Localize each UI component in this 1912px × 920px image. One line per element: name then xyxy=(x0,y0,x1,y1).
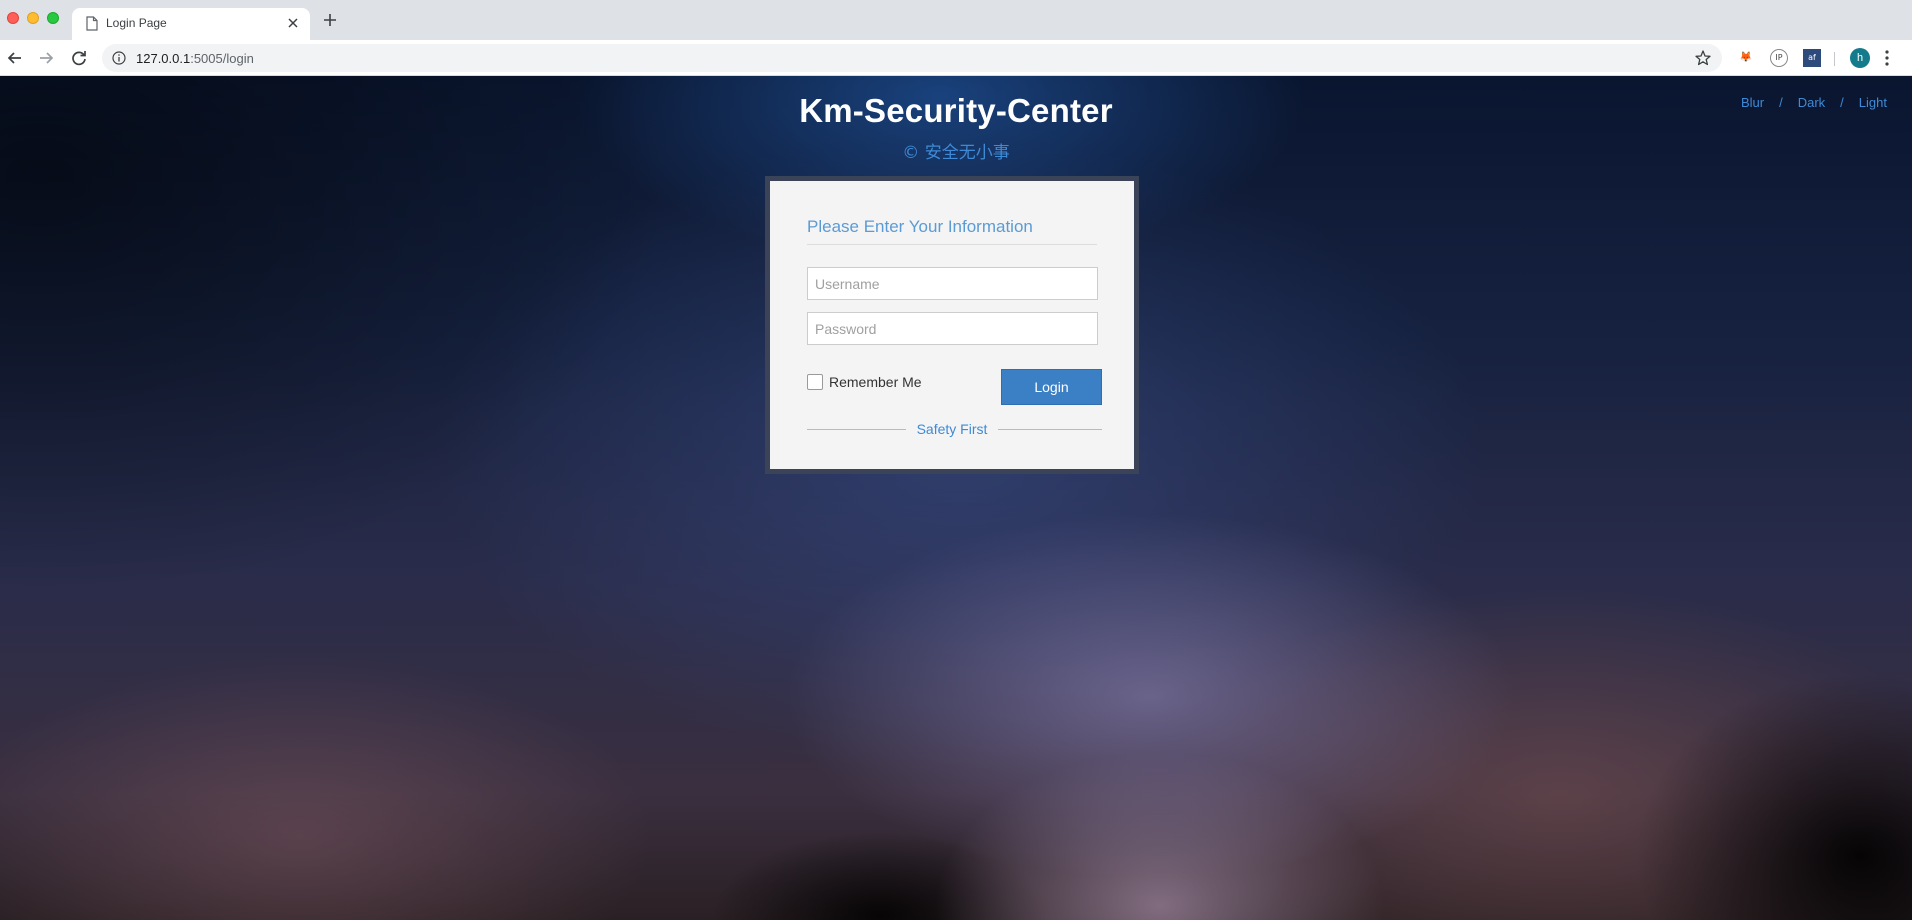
browser-tab-strip: Login Page xyxy=(0,0,1912,40)
footer-divider-right xyxy=(998,429,1102,430)
login-panel-frame: Please Enter Your Information Remember M… xyxy=(765,176,1139,474)
reload-icon[interactable] xyxy=(68,47,90,69)
remember-label[interactable]: Remember Me xyxy=(829,374,922,390)
profile-avatar[interactable]: h xyxy=(1850,48,1870,68)
heading-divider xyxy=(807,244,1097,245)
minimize-window-button[interactable] xyxy=(27,12,39,24)
login-button[interactable]: Login xyxy=(1001,369,1102,405)
close-window-button[interactable] xyxy=(7,12,19,24)
ip-icon[interactable]: IP xyxy=(1770,49,1788,67)
maximize-window-button[interactable] xyxy=(47,12,59,24)
url-text[interactable]: 127.0.0.1:5005/login xyxy=(136,51,254,66)
new-tab-icon[interactable] xyxy=(320,10,340,30)
username-input[interactable] xyxy=(807,267,1098,300)
page-icon xyxy=(86,16,98,31)
site-title: Km-Security-Center xyxy=(799,92,1113,129)
footer-tagline: Safety First xyxy=(916,421,988,437)
metamask-icon[interactable]: 🦊 xyxy=(1737,49,1755,67)
tool-icon[interactable]: af xyxy=(1803,49,1821,67)
more-menu-icon[interactable] xyxy=(1884,49,1890,67)
browser-toolbar: 127.0.0.1:5005/login 🦊 IP af h xyxy=(0,40,1912,76)
remember-me[interactable]: Remember Me xyxy=(807,373,922,391)
close-tab-icon[interactable] xyxy=(284,14,302,32)
form-heading: Please Enter Your Information xyxy=(807,217,1033,236)
login-form: Please Enter Your Information Remember M… xyxy=(770,181,1134,469)
remember-checkbox[interactable] xyxy=(807,374,823,390)
tab-title: Login Page xyxy=(106,16,167,30)
forward-arrow-icon[interactable] xyxy=(35,47,57,69)
address-bar[interactable]: 127.0.0.1:5005/login xyxy=(102,44,1722,72)
site-subtitle: © 安全无小事 xyxy=(902,143,1010,163)
page-background: Blur / Dark / Light Km-Security-Center © 安全无… xyxy=(0,76,1912,920)
browser-tab[interactable]: Login Page xyxy=(72,8,310,40)
info-icon[interactable] xyxy=(112,51,126,65)
url-host: 127.0.0.1 xyxy=(136,51,191,66)
password-input[interactable] xyxy=(807,312,1098,345)
toolbar-divider xyxy=(1834,52,1835,66)
footer-divider-left xyxy=(807,429,906,430)
bookmark-star-icon[interactable] xyxy=(1694,49,1712,67)
url-path: :5005/login xyxy=(190,51,254,66)
back-arrow-icon[interactable] xyxy=(4,47,26,69)
